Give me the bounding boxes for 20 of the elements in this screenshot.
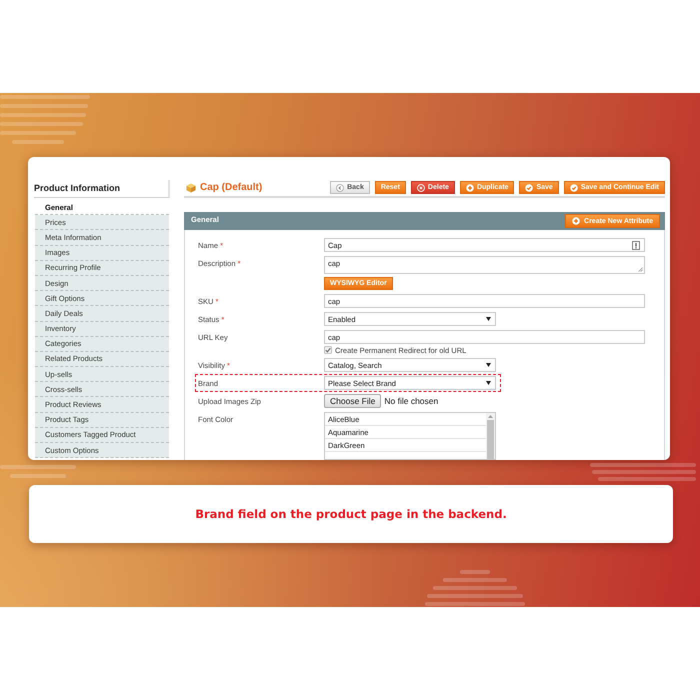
product-title: Cap (Default) [200, 182, 262, 193]
check-circle-icon [570, 184, 578, 192]
plus-circle-icon [466, 184, 474, 192]
plus-circle-icon [572, 217, 580, 225]
x-circle-icon [416, 184, 425, 192]
caret-icon [486, 381, 491, 385]
box-icon [186, 182, 196, 192]
check-circle-icon [525, 184, 534, 192]
back-icon [336, 184, 344, 192]
checkbox[interactable] [324, 346, 332, 354]
sidebar-title: Product Information [34, 180, 170, 198]
exclamation-icon [632, 240, 640, 250]
arrow-up-icon [488, 415, 493, 418]
caret-icon [486, 363, 491, 367]
caret-icon [486, 317, 491, 321]
file-status: No file chosen [384, 396, 438, 406]
caption-text: Brand field on the product page in the backend. [195, 507, 507, 521]
choose-file-button[interactable]: Choose File [324, 394, 382, 408]
scrollbar-thumb[interactable] [487, 420, 494, 459]
resize-grip-icon [638, 267, 643, 272]
